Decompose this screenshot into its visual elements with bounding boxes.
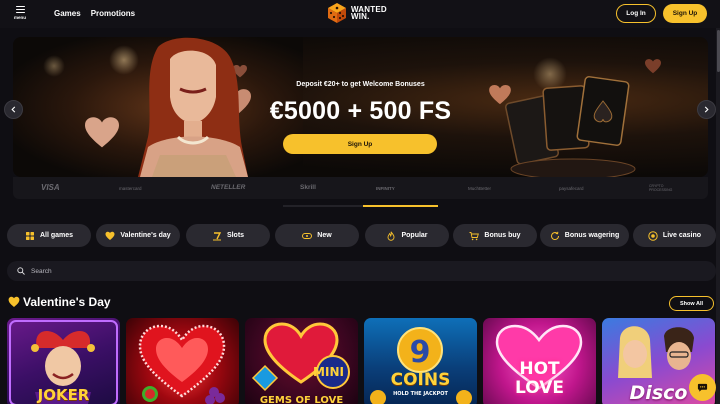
top-header: menu Games Promotions WANTED WIN. Log In… [0, 0, 720, 28]
logo-wordmark: WANTED WIN. [351, 5, 387, 21]
heart-jewel-artwork [138, 324, 226, 404]
game-subtitle: HOLD THE JACKPOT [393, 391, 448, 397]
category-label: Slots [226, 232, 245, 239]
game-tile-hot-love[interactable]: HOT LOVE [483, 318, 596, 404]
payment-visa: VISA [41, 183, 60, 192]
category-live-casino[interactable]: Live casino [633, 224, 716, 247]
payment-paysafecard: paysafecard [559, 185, 584, 191]
banner-subtitle: Deposit €20+ to get Welcome Bonuses [296, 81, 425, 88]
chevron-right-icon [704, 106, 709, 113]
category-valentines-day[interactable]: Valentine's day [96, 224, 180, 247]
game-title: JOKER [37, 386, 90, 404]
payment-infinity: INFINITY [376, 185, 395, 191]
game-title-2: LOVE [515, 378, 564, 398]
login-button[interactable]: Log In [616, 4, 656, 23]
payment-crypto: CRYPTO PROCESSING [649, 184, 673, 192]
search-input[interactable] [31, 267, 631, 275]
svg-text:9: 9 [410, 335, 431, 370]
game-tile-gems-of-love[interactable]: MINI GEMS OF LOVE [245, 318, 358, 404]
flame-icon [388, 231, 395, 241]
banner-prev-button[interactable] [4, 100, 23, 119]
dice-logo-icon [328, 3, 346, 23]
section-title: Valentine's Day [23, 295, 111, 309]
category-bonus-buy[interactable]: Bonus buy [453, 224, 537, 247]
category-label: Live casino [662, 232, 702, 239]
chat-bubble-icon [697, 383, 708, 392]
nav-games[interactable]: Games [54, 9, 81, 18]
grid-icon [25, 231, 34, 240]
gems-artwork [251, 322, 350, 392]
game-tile-joker[interactable]: JOKER [7, 318, 120, 404]
category-label: Bonus buy [484, 232, 521, 239]
heart-decoration-icon [645, 59, 661, 74]
refresh-icon [550, 231, 559, 240]
game-search-bar[interactable] [7, 261, 716, 281]
promo-banner: Deposit €20+ to get Welcome Bonuses €500… [13, 37, 708, 177]
slots-icon [212, 231, 222, 240]
category-new[interactable]: New [275, 224, 359, 247]
category-label: All games [39, 232, 74, 239]
payment-neteller: NETELLER [211, 184, 246, 191]
logo-line-2: WIN. [351, 12, 370, 21]
signup-button[interactable]: Sign Up [663, 4, 707, 23]
new-badge-icon [302, 232, 313, 239]
game-title: COINS [390, 370, 451, 390]
casino-chip-icon [648, 230, 658, 241]
page-scrollbar[interactable] [716, 28, 720, 404]
category-label: Valentine's day [120, 232, 171, 239]
payment-methods-strip: VISA mastercard NETELLER Skrill INFINITY… [13, 177, 708, 199]
main-nav: Games Promotions [54, 9, 135, 18]
payment-skrill: Skrill [300, 184, 316, 191]
game-tile-coins[interactable]: 9 COINS HOLD THE JACKPOT [364, 318, 477, 404]
category-label: Bonus wagering [564, 232, 620, 239]
game-badge: MINI [313, 365, 344, 379]
banner-headline: €5000 + 500 FS [269, 97, 452, 125]
site-logo[interactable]: WANTED WIN. [326, 2, 387, 24]
banner-slider-indicator [363, 205, 438, 207]
game-tile-hearts[interactable] [126, 318, 239, 404]
menu-label: menu [13, 15, 26, 20]
banner-signup-button[interactable]: Sign Up [283, 134, 437, 154]
payment-mastercard: mastercard [119, 185, 142, 191]
banner-next-button[interactable] [697, 100, 716, 119]
show-all-button[interactable]: Show All [669, 296, 714, 311]
category-label: Popular [401, 232, 428, 239]
game-title: HOT [519, 359, 560, 379]
chevron-left-icon [11, 106, 16, 113]
section-header: Valentine's Day [8, 295, 111, 309]
heart-icon [8, 296, 20, 307]
cart-icon [469, 231, 480, 240]
hamburger-icon [15, 6, 25, 13]
support-chat-button[interactable] [689, 374, 716, 401]
heart-icon [105, 231, 115, 240]
menu-button[interactable]: menu [9, 5, 31, 23]
category-label: New [317, 232, 332, 239]
payment-muchbetter: MuchBetter [468, 185, 492, 191]
game-title: GEMS OF LOVE [259, 395, 344, 404]
category-bonus-wagering[interactable]: Bonus wagering [540, 224, 629, 247]
category-slots[interactable]: Slots [186, 224, 270, 247]
bokeh-light [43, 55, 65, 77]
nav-promotions[interactable]: Promotions [91, 9, 135, 18]
scrollbar-thumb[interactable] [716, 30, 720, 72]
category-popular[interactable]: Popular [365, 224, 449, 247]
category-all-games[interactable]: All games [7, 224, 91, 247]
search-icon [17, 267, 25, 275]
